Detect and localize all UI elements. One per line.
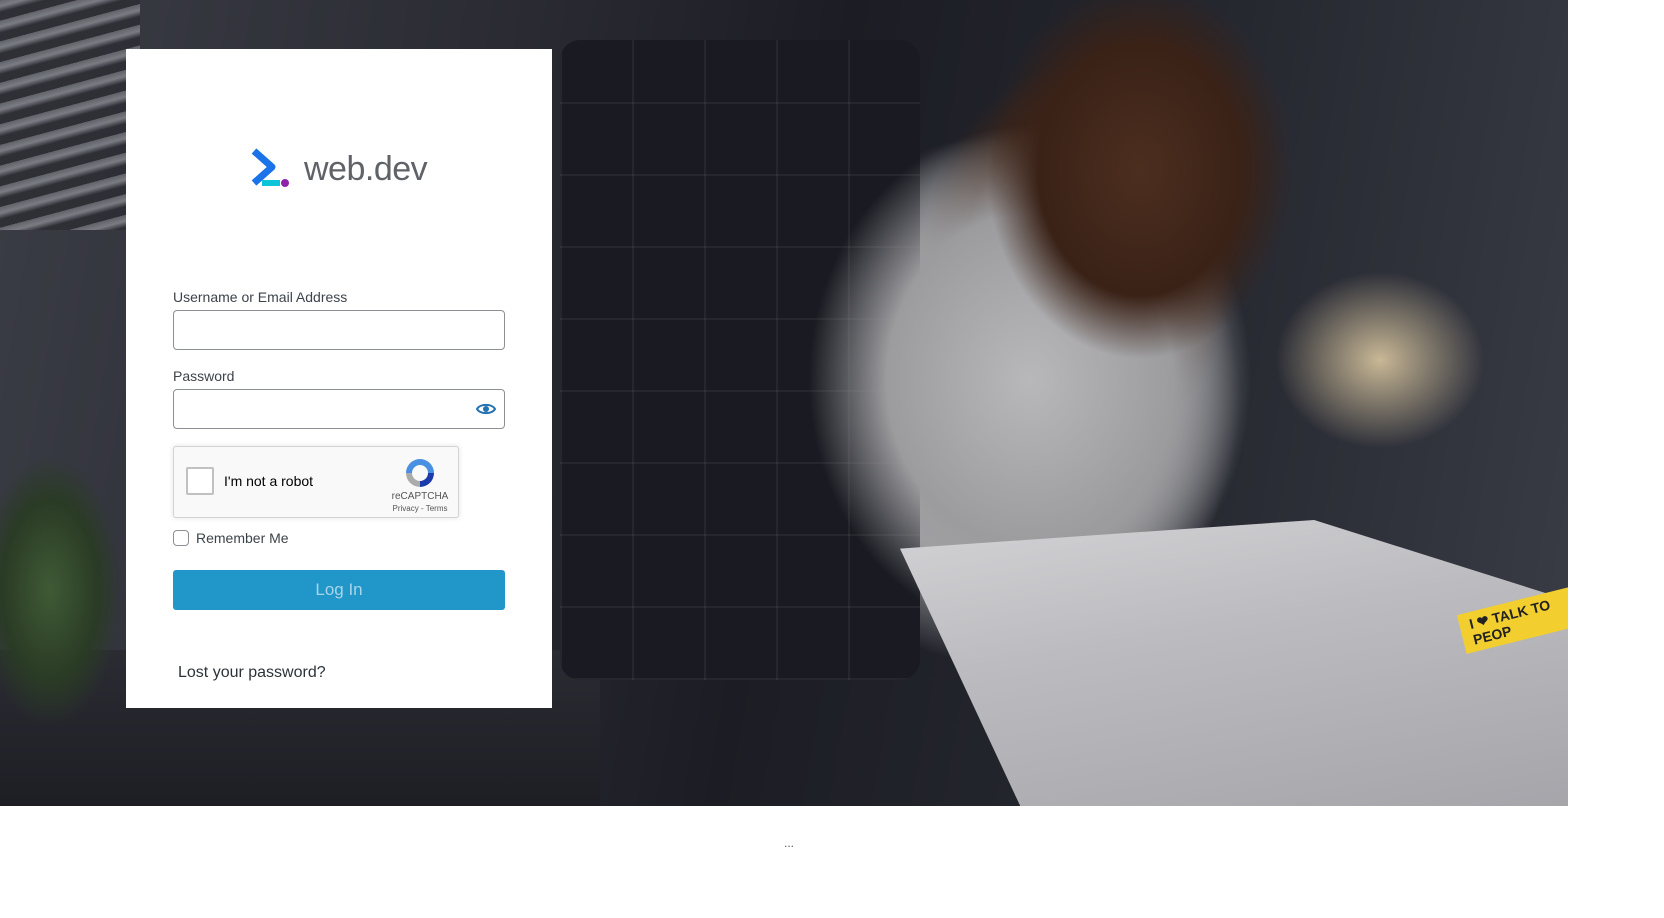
photo-laptop (900, 520, 1568, 806)
recaptcha-checkbox[interactable] (186, 467, 214, 495)
lost-password-link[interactable]: Lost your password? (178, 664, 326, 682)
photo-hair (960, 0, 1320, 420)
username-label: Username or Email Address (173, 289, 348, 305)
photo-window-blinds (0, 0, 140, 230)
login-page: I ❤ TALK TO PEOP web.dev Username or Ema… (0, 0, 1664, 918)
recaptcha-logo-icon (406, 459, 434, 487)
footer-text: ... (784, 836, 795, 850)
password-label: Password (173, 368, 235, 384)
recaptcha-widget: I'm not a robot reCAPTCHA Privacy - Term… (173, 446, 459, 518)
recaptcha-label: I'm not a robot (224, 473, 314, 489)
site-name: web.dev (304, 149, 428, 188)
remember-me-label[interactable]: Remember Me (196, 530, 289, 546)
show-password-button[interactable] (474, 397, 498, 421)
site-logo[interactable]: web.dev (248, 147, 428, 191)
apple-logo-icon (1302, 684, 1362, 728)
login-button[interactable]: Log In (173, 570, 505, 610)
remember-me-checkbox[interactable] (173, 530, 189, 546)
remember-me[interactable]: Remember Me (173, 530, 289, 546)
eye-icon (476, 403, 496, 415)
recaptcha-privacy-terms-links[interactable]: Privacy - Terms (380, 504, 460, 513)
username-input[interactable] (173, 310, 505, 350)
login-panel: web.dev Username or Email Address Passwo… (126, 49, 552, 708)
webdev-logo-icon (251, 148, 289, 187)
password-input[interactable] (173, 389, 505, 429)
recaptcha-brand: reCAPTCHA (391, 491, 449, 502)
